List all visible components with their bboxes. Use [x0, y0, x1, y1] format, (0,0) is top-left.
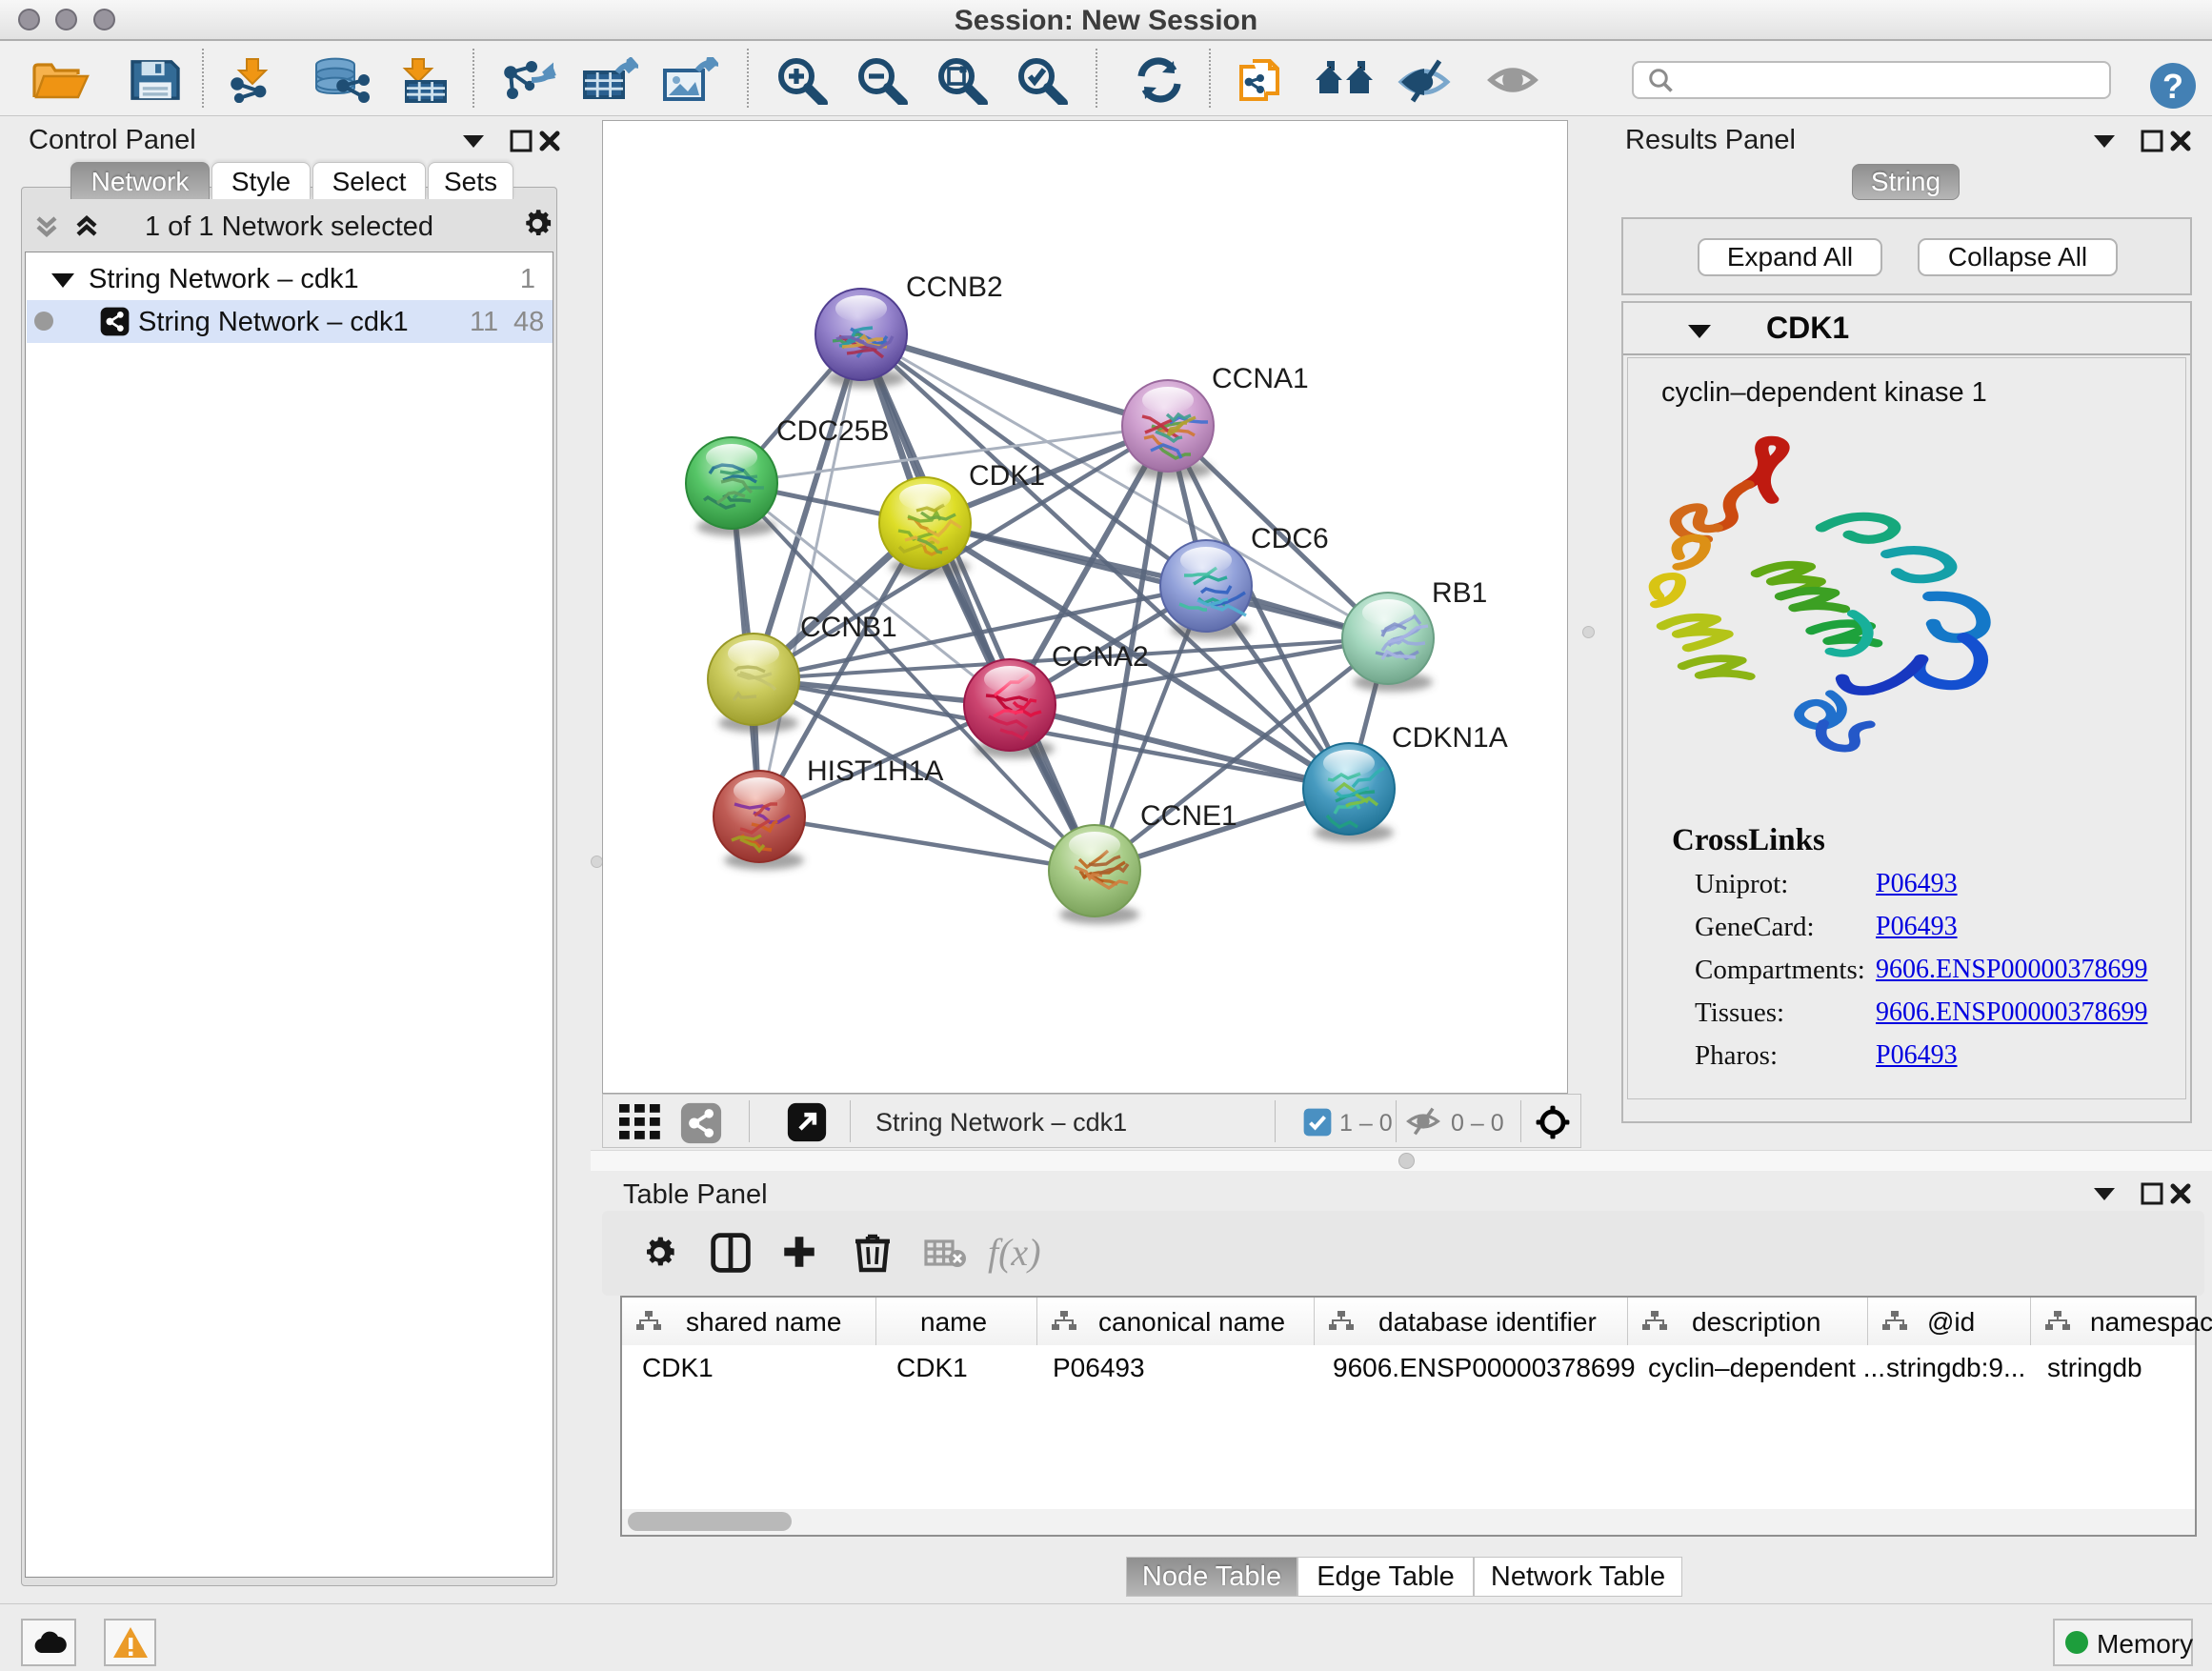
svg-text:CCNA2: CCNA2 [1052, 641, 1149, 673]
svg-text:CDC25B: CDC25B [776, 415, 889, 447]
svg-text:RB1: RB1 [1432, 577, 1487, 609]
svg-text:CDC6: CDC6 [1251, 523, 1329, 554]
svg-text:CCNB2: CCNB2 [906, 272, 1003, 303]
svg-text:CCNE1: CCNE1 [1140, 800, 1237, 832]
svg-text:?: ? [2162, 67, 2183, 106]
svg-text:CCNA1: CCNA1 [1212, 363, 1309, 394]
svg-text:CDK1: CDK1 [969, 460, 1045, 492]
svg-text:CCNB1: CCNB1 [800, 612, 897, 643]
svg-text:CDKN1A: CDKN1A [1392, 722, 1508, 754]
svg-text:HIST1H1A: HIST1H1A [807, 755, 943, 787]
